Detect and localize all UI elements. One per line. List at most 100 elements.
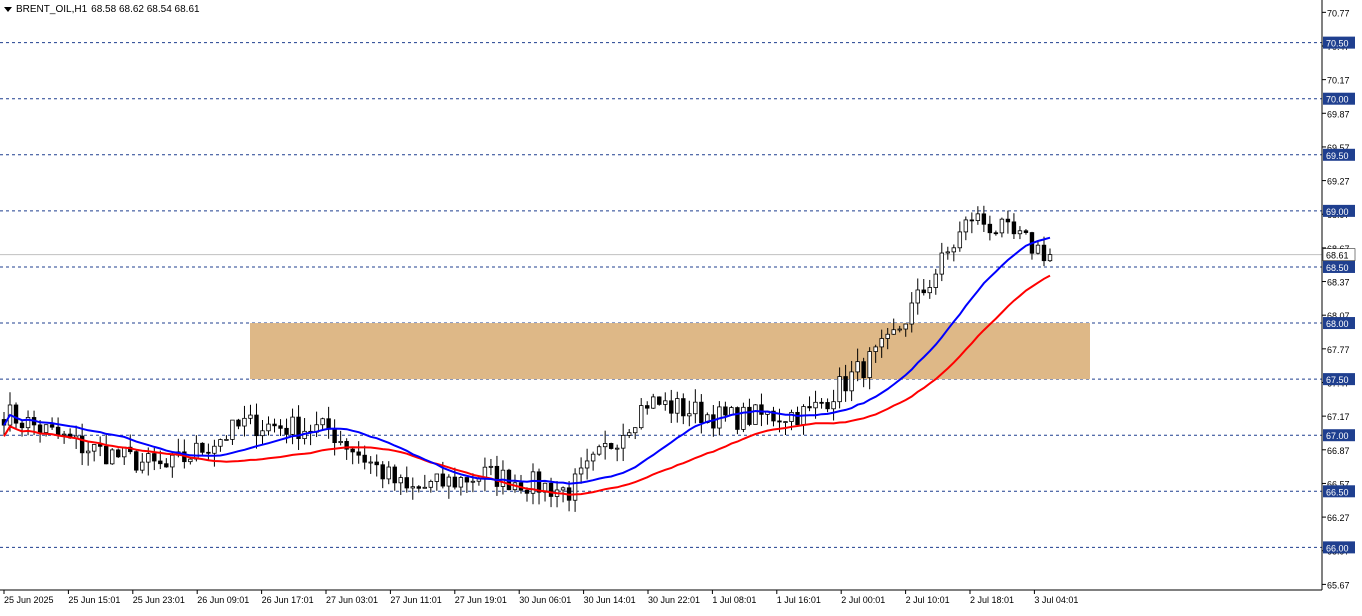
candle[interactable] (368, 456, 373, 474)
candle[interactable] (1029, 231, 1035, 260)
level-label[interactable]: 68.50 (1323, 260, 1355, 273)
candle[interactable] (350, 447, 355, 465)
candle[interactable] (975, 206, 981, 225)
level-label[interactable]: 66.00 (1323, 541, 1355, 554)
candle[interactable] (308, 424, 313, 446)
candle[interactable] (458, 475, 464, 496)
candle[interactable] (633, 427, 638, 440)
candle[interactable] (645, 401, 650, 415)
candle[interactable] (110, 448, 115, 465)
candle[interactable] (85, 441, 91, 466)
candle[interactable] (861, 357, 866, 388)
candle[interactable] (915, 278, 920, 315)
candle[interactable] (302, 418, 307, 445)
candle[interactable] (320, 417, 325, 430)
candle[interactable] (344, 438, 349, 460)
candle[interactable] (266, 416, 271, 436)
candle[interactable] (825, 398, 830, 413)
candle[interactable] (446, 474, 452, 499)
candle[interactable] (236, 418, 241, 430)
candle[interactable] (608, 442, 614, 450)
level-label[interactable]: 68.00 (1323, 317, 1355, 330)
candle[interactable] (596, 444, 602, 456)
candle[interactable] (987, 215, 993, 241)
candle[interactable] (128, 434, 133, 455)
candle[interactable] (999, 217, 1005, 238)
collapse-triangle-icon[interactable] (4, 7, 12, 12)
candle[interactable] (945, 246, 951, 260)
candle[interactable] (392, 464, 397, 491)
candle[interactable] (284, 418, 289, 444)
candle[interactable] (464, 477, 470, 493)
candle[interactable] (224, 435, 229, 441)
candle[interactable] (206, 443, 211, 461)
candle[interactable] (422, 474, 428, 489)
candle[interactable] (626, 428, 632, 439)
candle[interactable] (735, 406, 740, 435)
candle[interactable] (963, 216, 969, 241)
candle[interactable] (314, 411, 319, 438)
candle[interactable] (939, 242, 944, 282)
candle[interactable] (566, 481, 572, 512)
candle[interactable] (230, 419, 235, 445)
candle[interactable] (819, 398, 824, 409)
candle[interactable] (122, 446, 127, 465)
candle[interactable] (699, 394, 704, 434)
candle[interactable] (404, 466, 409, 493)
price-chart[interactable]: 70.7770.4770.1769.8769.5769.2768.9768.67… (0, 0, 1362, 611)
candle[interactable] (380, 461, 385, 489)
candle[interactable] (807, 396, 812, 412)
candle[interactable] (164, 458, 169, 468)
candle[interactable] (362, 445, 367, 470)
candle[interactable] (759, 393, 764, 427)
candle[interactable] (572, 468, 578, 512)
candle[interactable] (753, 404, 758, 425)
symbol-header[interactable]: BRENT_OIL,H1 68.58 68.62 68.54 68.61 (4, 4, 200, 15)
candle[interactable] (296, 405, 301, 450)
candle[interactable] (957, 221, 963, 252)
candle[interactable] (428, 479, 434, 493)
candle[interactable] (741, 402, 746, 433)
candle[interactable] (374, 454, 379, 477)
candle[interactable] (272, 418, 277, 433)
candle[interactable] (482, 457, 488, 492)
candle[interactable] (254, 403, 259, 449)
candle[interactable] (675, 391, 680, 423)
level-label[interactable]: 66.50 (1323, 485, 1355, 498)
chart-window[interactable]: 70.7770.4770.1769.8769.5769.2768.9768.67… (0, 0, 1362, 611)
candle[interactable] (116, 448, 121, 458)
candle[interactable] (620, 423, 626, 462)
candle[interactable] (614, 444, 620, 462)
candle[interactable] (578, 457, 584, 484)
candle[interactable] (398, 474, 403, 495)
candle[interactable] (1005, 210, 1011, 234)
candle[interactable] (434, 473, 440, 491)
candle[interactable] (19, 420, 25, 437)
candle[interactable] (969, 212, 975, 234)
candle[interactable] (410, 477, 415, 500)
candle[interactable] (37, 420, 43, 443)
candle[interactable] (651, 393, 656, 409)
candle[interactable] (927, 279, 932, 299)
candle[interactable] (500, 460, 506, 495)
candle[interactable] (536, 468, 542, 505)
candle[interactable] (1047, 248, 1053, 263)
candle[interactable] (13, 402, 19, 430)
candle[interactable] (1011, 213, 1017, 239)
candle[interactable] (494, 455, 500, 496)
candle[interactable] (218, 438, 223, 452)
candle[interactable] (140, 453, 145, 474)
candle[interactable] (260, 420, 265, 445)
candle[interactable] (212, 439, 217, 467)
candle[interactable] (981, 205, 987, 232)
candle[interactable] (170, 452, 175, 478)
candle[interactable] (584, 448, 590, 480)
candle[interactable] (723, 401, 728, 422)
candle[interactable] (356, 441, 361, 464)
candle[interactable] (921, 279, 926, 296)
candle[interactable] (681, 393, 686, 425)
level-label[interactable]: 69.00 (1323, 204, 1355, 217)
candle[interactable] (512, 474, 518, 493)
candle[interactable] (488, 458, 494, 476)
candle[interactable] (831, 389, 836, 421)
